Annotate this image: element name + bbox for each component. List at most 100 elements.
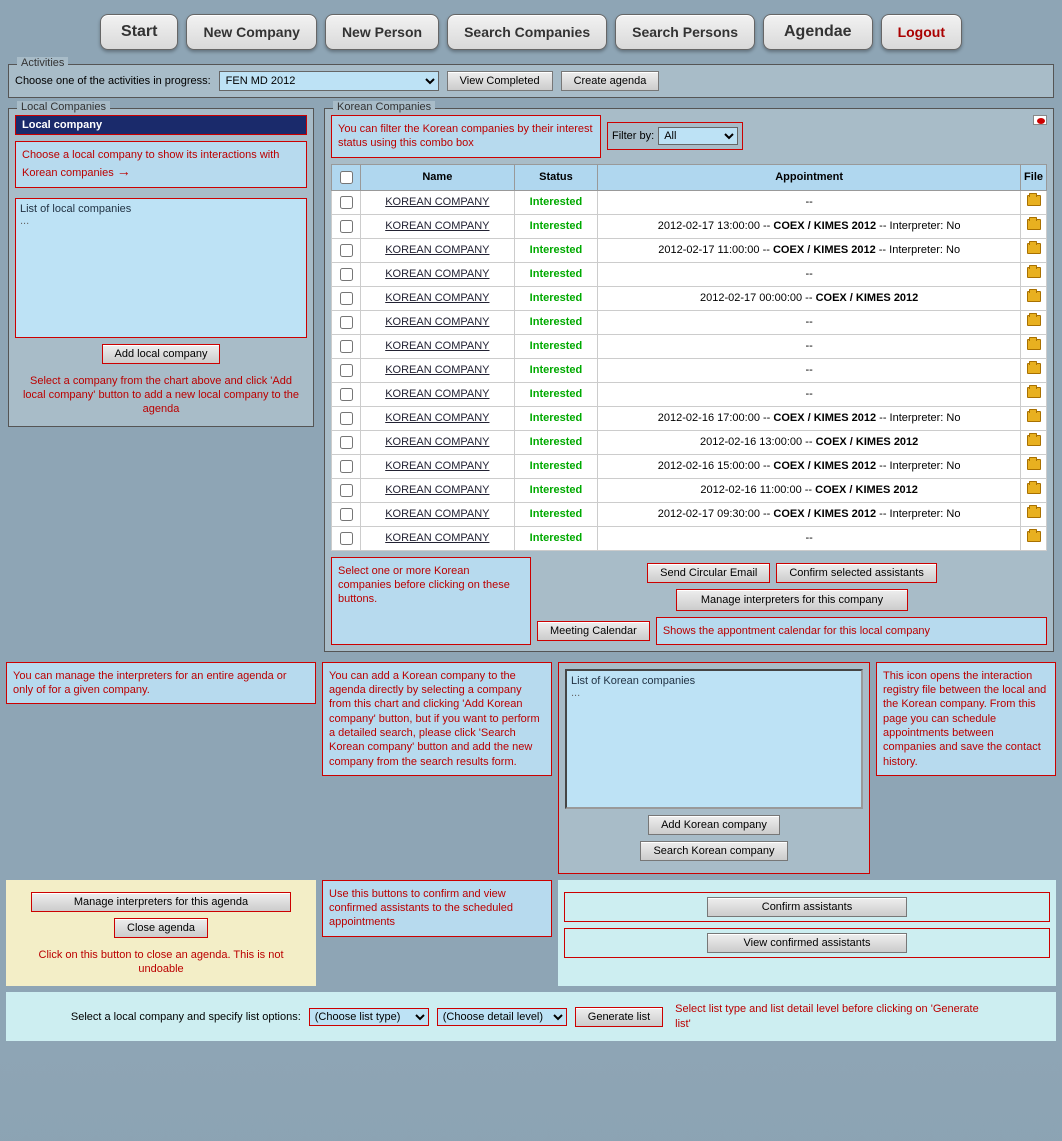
row-checkbox[interactable] (340, 532, 353, 545)
company-name-link[interactable]: KOREAN COMPANY (361, 238, 515, 262)
add-korean-company-button[interactable]: Add Korean company (648, 815, 780, 835)
company-name-link[interactable]: KOREAN COMPANY (361, 286, 515, 310)
folder-icon[interactable] (1027, 435, 1041, 446)
row-checkbox[interactable] (340, 316, 353, 329)
folder-icon[interactable] (1027, 507, 1041, 518)
send-circular-email-button[interactable]: Send Circular Email (647, 563, 770, 583)
status-cell: Interested (514, 262, 598, 286)
start-button[interactable]: Start (100, 14, 178, 50)
company-name-link[interactable]: KOREAN COMPANY (361, 478, 515, 502)
company-name-link[interactable]: KOREAN COMPANY (361, 262, 515, 286)
row-checkbox[interactable] (340, 244, 353, 257)
folder-icon[interactable] (1027, 219, 1041, 230)
company-name-link[interactable]: KOREAN COMPANY (361, 310, 515, 334)
view-confirmed-assistants-button[interactable]: View confirmed assistants (707, 933, 907, 953)
status-cell: Interested (514, 358, 598, 382)
search-korean-company-button[interactable]: Search Korean company (640, 841, 787, 861)
selected-local-company[interactable]: Local company (15, 115, 307, 135)
korean-companies-fieldset: Korean Companies You can filter the Kore… (324, 108, 1054, 652)
company-name-link[interactable]: KOREAN COMPANY (361, 430, 515, 454)
row-checkbox[interactable] (340, 460, 353, 473)
status-cell: Interested (514, 334, 598, 358)
folder-icon[interactable] (1027, 243, 1041, 254)
row-checkbox[interactable] (340, 484, 353, 497)
col-status: Status (514, 164, 598, 190)
search-persons-button[interactable]: Search Persons (615, 14, 755, 50)
generate-list-button[interactable]: Generate list (575, 1007, 663, 1027)
company-name-link[interactable]: KOREAN COMPANY (361, 382, 515, 406)
table-row: KOREAN COMPANYInterested2012-02-17 11:00… (332, 238, 1047, 262)
folder-icon[interactable] (1027, 411, 1041, 422)
list-type-select[interactable]: (Choose list type) (309, 1008, 429, 1026)
activity-select[interactable]: FEN MD 2012 (219, 71, 439, 91)
new-company-button[interactable]: New Company (186, 14, 316, 50)
row-checkbox[interactable] (340, 292, 353, 305)
row-checkbox[interactable] (340, 364, 353, 377)
activities-fieldset: Activities Choose one of the activities … (8, 64, 1054, 98)
appointment-cell: -- (598, 334, 1021, 358)
folder-icon[interactable] (1027, 315, 1041, 326)
row-checkbox[interactable] (340, 436, 353, 449)
folder-icon[interactable] (1027, 195, 1041, 206)
confirm-selected-assistants-button[interactable]: Confirm selected assistants (776, 563, 937, 583)
status-cell: Interested (514, 310, 598, 334)
view-completed-button[interactable]: View Completed (447, 71, 553, 91)
korean-companies-legend: Korean Companies (333, 101, 435, 113)
row-checkbox[interactable] (340, 220, 353, 233)
company-name-link[interactable]: KOREAN COMPANY (361, 190, 515, 214)
detail-level-select[interactable]: (Choose detail level) (437, 1008, 567, 1026)
company-name-link[interactable]: KOREAN COMPANY (361, 334, 515, 358)
folder-icon[interactable] (1027, 387, 1041, 398)
appointment-cell: 2012-02-17 00:00:00 -- COEX / KIMES 2012 (598, 286, 1021, 310)
manage-interpreters-agenda-button[interactable]: Manage interpreters for this agenda (31, 892, 291, 912)
filter-by-select[interactable]: All (658, 127, 738, 145)
company-name-link[interactable]: KOREAN COMPANY (361, 214, 515, 238)
row-checkbox[interactable] (340, 508, 353, 521)
company-name-link[interactable]: KOREAN COMPANY (361, 358, 515, 382)
col-name: Name (361, 164, 515, 190)
new-person-button[interactable]: New Person (325, 14, 439, 50)
appointment-cell: 2012-02-17 11:00:00 -- COEX / KIMES 2012… (598, 238, 1021, 262)
company-name-link[interactable]: KOREAN COMPANY (361, 454, 515, 478)
select-all-checkbox[interactable] (340, 171, 353, 184)
listbox-header: List of local companies (20, 203, 302, 215)
folder-icon[interactable] (1027, 483, 1041, 494)
folder-icon[interactable] (1027, 291, 1041, 302)
appointment-cell: -- (598, 526, 1021, 550)
table-row: KOREAN COMPANYInterested-- (332, 190, 1047, 214)
filter-by-label: Filter by: (612, 130, 654, 142)
company-name-link[interactable]: KOREAN COMPANY (361, 502, 515, 526)
listbox-dots: ... (20, 215, 302, 227)
logout-button[interactable]: Logout (881, 14, 962, 50)
search-companies-button[interactable]: Search Companies (447, 14, 607, 50)
add-local-company-button[interactable]: Add local company (102, 344, 221, 364)
folder-icon[interactable] (1027, 363, 1041, 374)
agendae-button[interactable]: Agendae (763, 14, 873, 50)
korean-companies-listbox[interactable]: List of Korean companies ... (565, 669, 863, 809)
company-name-link[interactable]: KOREAN COMPANY (361, 526, 515, 550)
annot-choose-local: Choose a local company to show its inter… (15, 141, 307, 188)
close-agenda-button[interactable]: Close agenda (114, 918, 208, 938)
table-row: KOREAN COMPANYInterested2012-02-16 11:00… (332, 478, 1047, 502)
folder-icon[interactable] (1027, 339, 1041, 350)
folder-icon[interactable] (1027, 531, 1041, 542)
table-row: KOREAN COMPANYInterested-- (332, 382, 1047, 406)
manage-interpreters-company-button[interactable]: Manage interpreters for this company (676, 589, 908, 611)
meeting-calendar-button[interactable]: Meeting Calendar (537, 621, 650, 641)
create-agenda-button[interactable]: Create agenda (561, 71, 660, 91)
annot-confirm-assistants: Use this buttons to confirm and view con… (322, 880, 552, 937)
status-cell: Interested (514, 406, 598, 430)
row-checkbox[interactable] (340, 340, 353, 353)
local-companies-listbox[interactable]: List of local companies ... (15, 198, 307, 338)
row-checkbox[interactable] (340, 388, 353, 401)
row-checkbox[interactable] (340, 196, 353, 209)
row-checkbox[interactable] (340, 268, 353, 281)
company-name-link[interactable]: KOREAN COMPANY (361, 406, 515, 430)
row-checkbox[interactable] (340, 412, 353, 425)
folder-icon[interactable] (1027, 459, 1041, 470)
listbox-dots: ... (571, 687, 857, 699)
table-row: KOREAN COMPANYInterested2012-02-17 13:00… (332, 214, 1047, 238)
folder-icon[interactable] (1027, 267, 1041, 278)
table-row: KOREAN COMPANYInterested-- (332, 334, 1047, 358)
confirm-assistants-button[interactable]: Confirm assistants (707, 897, 907, 917)
